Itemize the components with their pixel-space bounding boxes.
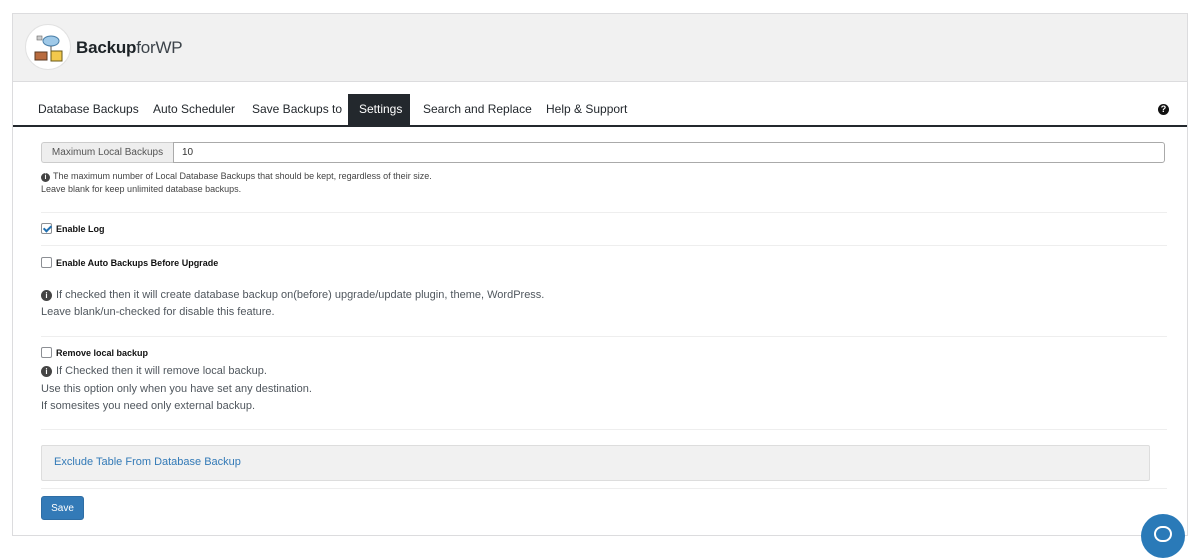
max-local-backups-row: Maximum Local Backups [41,142,1165,163]
tab-database-backups[interactable]: Database Backups [27,94,150,125]
enable-log-row[interactable]: Enable Log [41,223,105,234]
enable-log-checkbox[interactable] [41,223,52,234]
auto-backup-help-line1: If checked then it will create database … [56,289,545,301]
chat-icon[interactable] [1141,514,1185,558]
divider [41,245,1167,246]
auto-backup-checkbox[interactable] [41,257,52,268]
brand-name: BackupforWP [76,38,183,58]
auto-backup-help: i If checked then it will create database… [41,287,544,304]
max-local-backups-label: Maximum Local Backups [41,142,173,163]
divider [41,212,1167,213]
divider [41,429,1167,430]
cloud-server-icon [25,24,71,70]
exclude-table-panel: Exclude Table From Database Backup [41,445,1150,481]
divider [41,488,1167,489]
brand-name-light: forWP [136,38,183,57]
brand-header: BackupforWP [13,14,1187,82]
app-frame: BackupforWP Database Backups Auto Schedu… [12,13,1188,536]
remove-local-help: i If Checked then it will remove local ba… [41,363,267,380]
auto-backup-row[interactable]: Enable Auto Backups Before Upgrade [41,257,218,268]
enable-log-label: Enable Log [56,223,105,234]
remove-local-row[interactable]: Remove local backup [41,347,148,358]
remove-local-help-line2: Use this option only when you have set a… [41,383,312,395]
auto-backup-help-line2: Leave blank/un-checked for disable this … [41,306,275,318]
tab-search-and-replace[interactable]: Search and Replace [412,94,543,125]
brand-name-bold: Backup [76,38,137,57]
divider [41,336,1167,337]
auto-backup-label: Enable Auto Backups Before Upgrade [56,257,219,268]
info-icon: i [41,173,50,182]
save-button[interactable]: Save [41,496,84,520]
tab-auto-scheduler[interactable]: Auto Scheduler [142,94,246,125]
tab-settings[interactable]: Settings [348,94,410,125]
remove-local-checkbox[interactable] [41,347,52,358]
main-nav: Database Backups Auto Scheduler Save Bac… [13,94,1187,127]
remove-local-help-line3: If somesites you need only external back… [41,400,256,412]
max-local-help: i The maximum number of Local Database Ba… [41,171,432,182]
info-icon: i [41,290,52,301]
info-icon: i [41,366,52,377]
max-local-help-line1: The maximum number of Local Database Bac… [53,171,432,181]
max-local-backups-input[interactable] [173,142,1165,163]
remove-local-help-line1: If Checked then it will remove local bac… [56,365,267,377]
tab-save-backups-to[interactable]: Save Backups to [241,94,353,125]
remove-local-label: Remove local backup [56,347,149,358]
max-local-help-line2: Leave blank for keep unlimited database … [41,184,242,194]
question-circle-icon[interactable]: ? [1158,104,1169,115]
exclude-table-link[interactable]: Exclude Table From Database Backup [54,456,241,468]
tab-help-support[interactable]: Help & Support [535,94,638,125]
